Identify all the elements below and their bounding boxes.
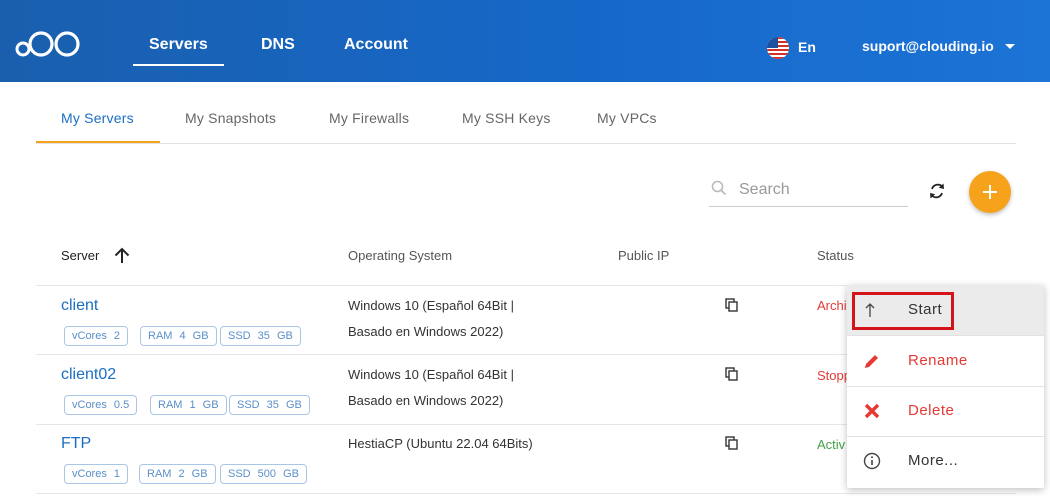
user-email-menu[interactable]: suport@clouding.io xyxy=(862,38,994,54)
search-icon xyxy=(711,180,727,196)
info-icon xyxy=(863,452,881,470)
menu-item-label: Rename xyxy=(908,352,968,369)
operating-system: Windows 10 (Español 64Bit | Basado en Wi… xyxy=(348,362,548,414)
status-label: Stopp xyxy=(817,368,847,383)
tab-my-snapshots[interactable]: My Snapshots xyxy=(185,110,276,126)
plus-icon xyxy=(983,185,997,199)
tab-my-servers[interactable]: My Servers xyxy=(61,110,134,126)
ram-chip: RAM 1 GB xyxy=(150,395,227,415)
us-flag-icon[interactable] xyxy=(767,37,789,59)
menu-item-label: Delete xyxy=(908,402,955,419)
column-header-server[interactable]: Server xyxy=(61,248,99,263)
vcores-chip: vCores 0.5 xyxy=(64,395,138,415)
status-label: Archi xyxy=(817,298,847,313)
menu-item-label: More... xyxy=(908,452,959,469)
menu-item-delete[interactable]: Delete xyxy=(847,386,1044,436)
nav-active-indicator xyxy=(133,64,224,66)
ram-chip: RAM 4 GB xyxy=(140,326,217,346)
chevron-down-icon[interactable] xyxy=(1005,44,1015,49)
vcores-chip: vCores 2 xyxy=(64,326,129,346)
server-actions-menu: Start Rename Delete More... xyxy=(847,285,1044,488)
sort-ascending-icon[interactable] xyxy=(112,245,132,265)
server-name-link[interactable]: client xyxy=(61,297,98,315)
search-box xyxy=(709,174,908,207)
operating-system: Windows 10 (Español 64Bit | Basado en Wi… xyxy=(348,293,548,345)
tab-active-indicator xyxy=(36,141,160,143)
menu-item-label: Start xyxy=(908,301,943,318)
nav-dns[interactable]: DNS xyxy=(261,36,295,68)
server-tabs: My Servers My Snapshots My Firewalls My … xyxy=(36,100,1016,144)
x-icon xyxy=(864,403,880,419)
column-header-public-ip: Public IP xyxy=(618,248,670,263)
tab-my-vpcs[interactable]: My VPCs xyxy=(597,110,657,126)
clouding-logo[interactable] xyxy=(14,28,84,62)
search-input[interactable] xyxy=(739,178,904,202)
menu-item-start[interactable]: Start xyxy=(847,285,1044,335)
tab-my-ssh-keys[interactable]: My SSH Keys xyxy=(462,110,551,126)
server-name-link[interactable]: client02 xyxy=(61,366,116,384)
arrow-up-icon xyxy=(865,303,875,317)
pencil-icon xyxy=(865,355,878,368)
column-header-status: Status xyxy=(817,248,854,263)
refresh-icon[interactable] xyxy=(926,180,948,202)
menu-item-rename[interactable]: Rename xyxy=(847,336,1044,386)
server-name-link[interactable]: FTP xyxy=(61,435,91,453)
top-navigation-bar: Servers DNS Account En suport@clouding.i… xyxy=(0,0,1050,82)
menu-item-more[interactable]: More... xyxy=(847,436,1044,486)
os-line: Basado en Windows 2022) xyxy=(348,393,504,408)
ssd-chip: SSD 35 GB xyxy=(220,326,301,346)
copy-icon[interactable] xyxy=(725,436,739,450)
ssd-chip: SSD 35 GB xyxy=(229,395,310,415)
ssd-chip: SSD 500 GB xyxy=(220,464,307,484)
os-line: Windows 10 (Español 64Bit | xyxy=(348,367,514,382)
os-line: Basado en Windows 2022) xyxy=(348,324,504,339)
row-divider xyxy=(36,493,1016,494)
column-header-operating-system: Operating System xyxy=(348,248,453,263)
language-selector[interactable]: En xyxy=(798,39,816,55)
ram-chip: RAM 2 GB xyxy=(139,464,216,484)
add-server-button[interactable] xyxy=(969,171,1011,213)
vcores-chip: vCores 1 xyxy=(64,464,129,484)
os-line: HestiaCP (Ubuntu 22.04 64Bits) xyxy=(348,436,533,451)
nav-account[interactable]: Account xyxy=(344,36,408,68)
copy-icon[interactable] xyxy=(725,298,739,312)
tab-my-firewalls[interactable]: My Firewalls xyxy=(329,110,409,126)
os-line: Windows 10 (Español 64Bit | xyxy=(348,298,514,313)
status-label: Activ xyxy=(817,437,846,452)
operating-system: HestiaCP (Ubuntu 22.04 64Bits) xyxy=(348,431,548,457)
copy-icon[interactable] xyxy=(725,367,739,381)
